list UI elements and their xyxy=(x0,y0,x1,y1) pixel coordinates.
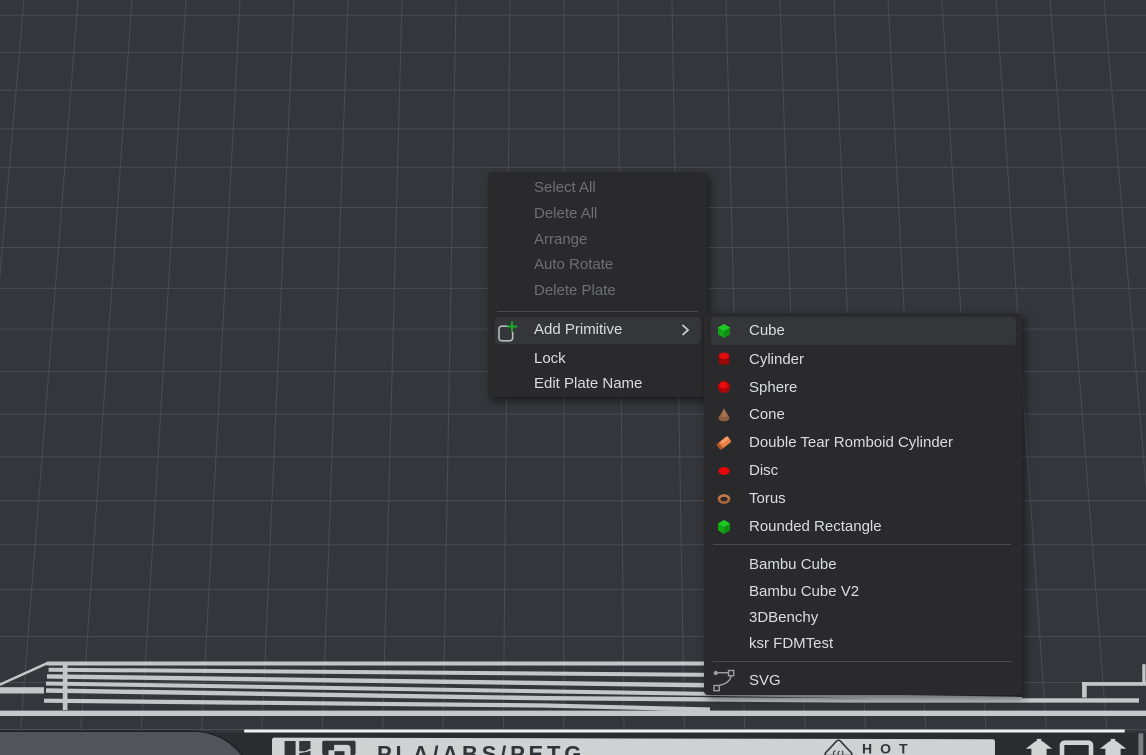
svg-text:HOT: HOT xyxy=(862,741,916,755)
svg-text:PLA/ABS/PETG: PLA/ABS/PETG xyxy=(377,741,585,755)
